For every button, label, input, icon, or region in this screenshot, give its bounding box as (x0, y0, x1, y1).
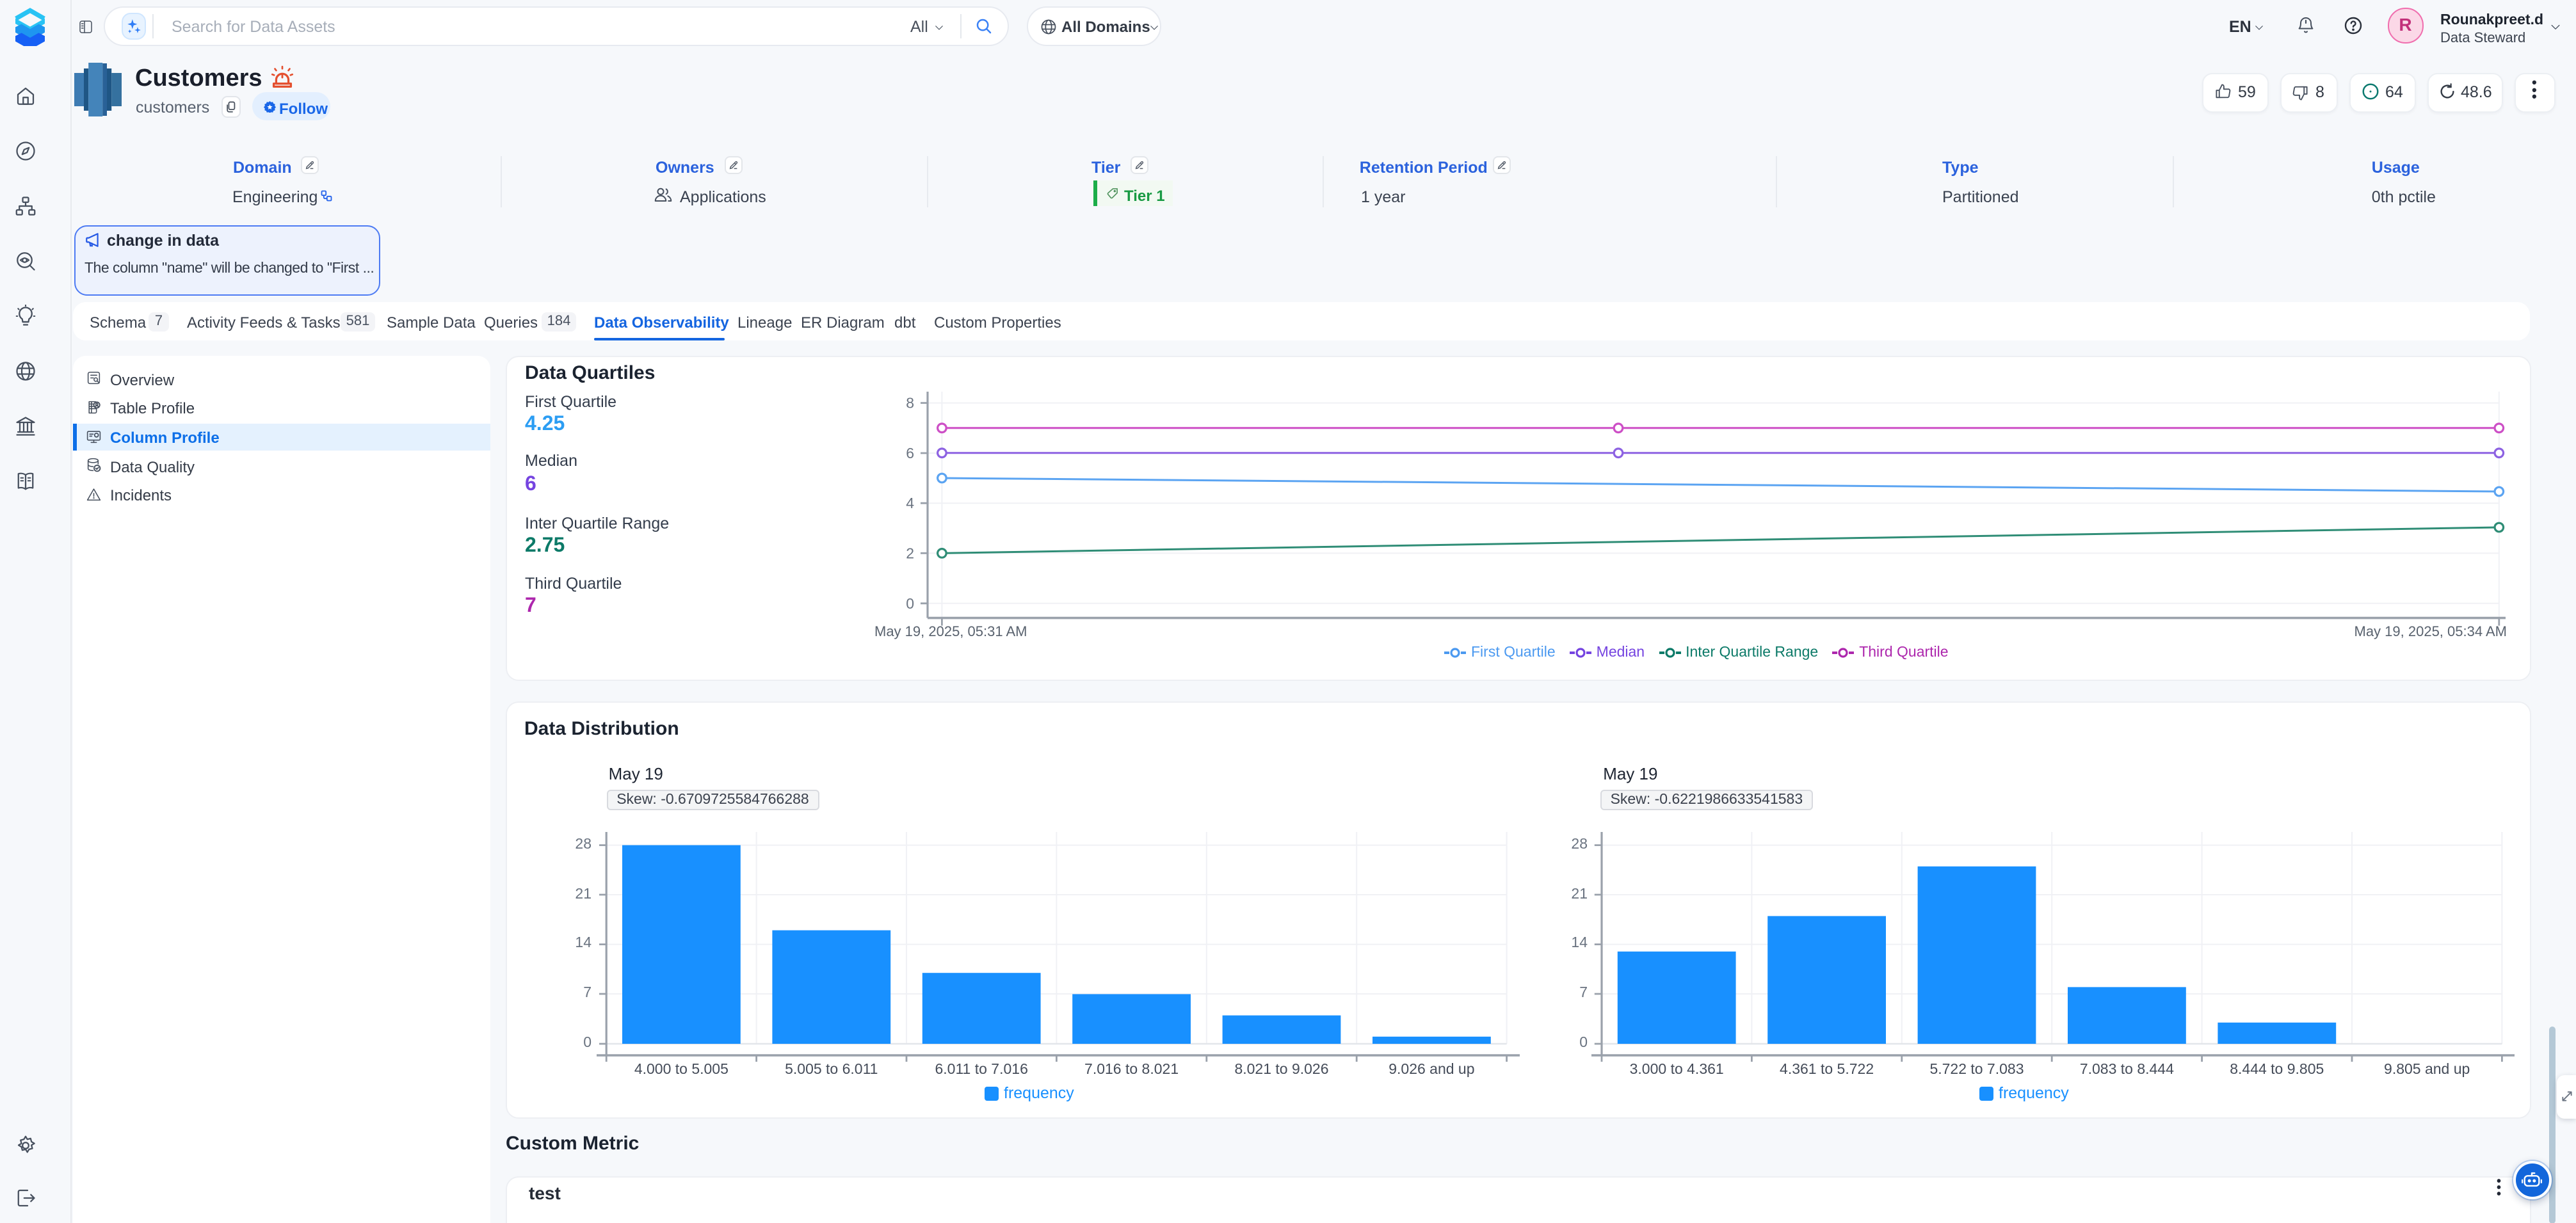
svg-text:8: 8 (906, 395, 914, 412)
svg-text:0: 0 (906, 595, 914, 612)
svg-text:2: 2 (906, 545, 914, 561)
svg-text:6: 6 (906, 445, 914, 461)
svg-text:4: 4 (906, 495, 914, 511)
